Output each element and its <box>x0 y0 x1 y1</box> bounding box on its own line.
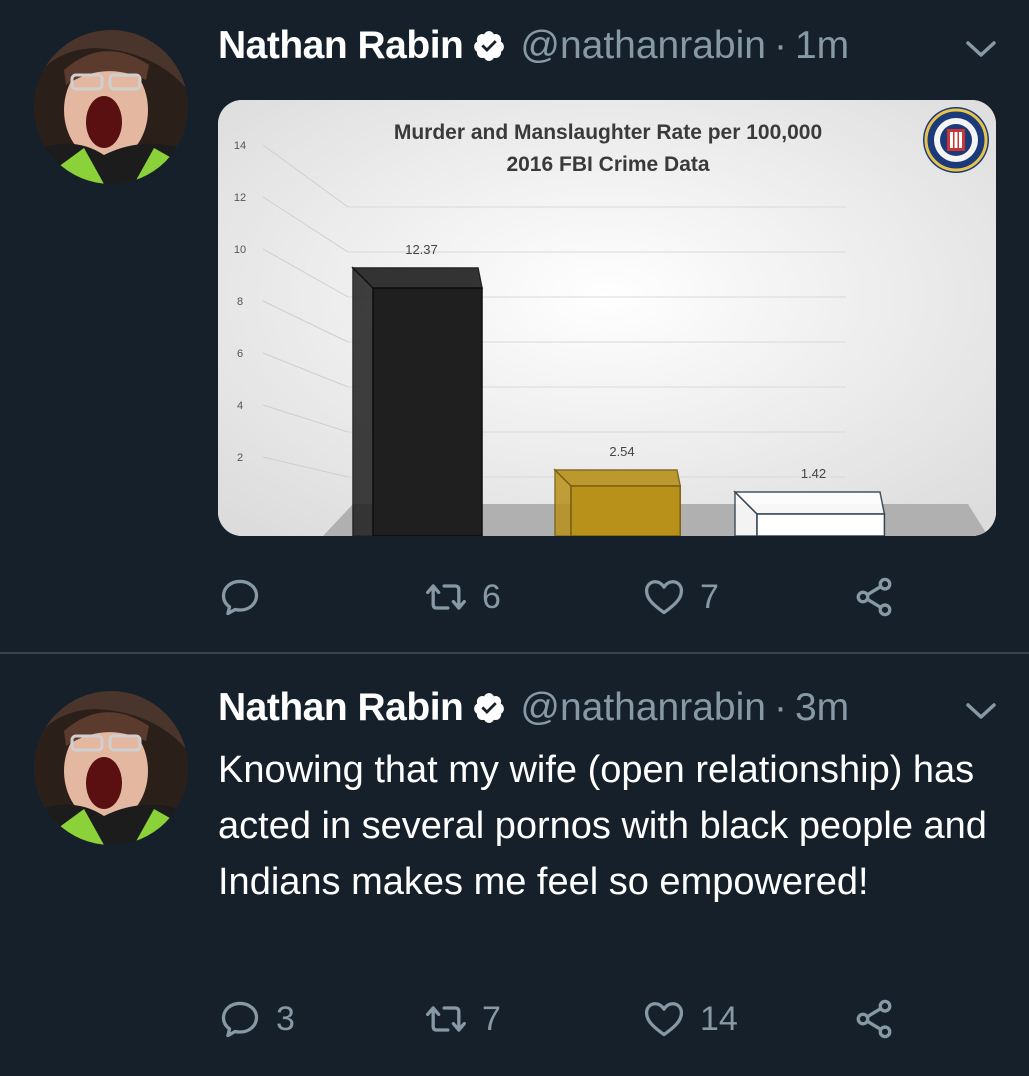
like-button[interactable]: 7 <box>642 572 719 622</box>
tweet-text: Knowing that my wife (open relationship)… <box>218 749 987 903</box>
reply-button[interactable] <box>218 572 262 622</box>
verified-badge-icon <box>472 29 506 63</box>
display-name[interactable]: Nathan Rabin <box>218 686 464 730</box>
bar <box>733 490 886 536</box>
separator: · <box>773 24 787 67</box>
reply-icon <box>221 1001 259 1038</box>
like-count: 14 <box>700 999 738 1038</box>
retweet-count: 7 <box>482 999 501 1038</box>
bar <box>351 266 483 536</box>
y-tick-label: 8 <box>237 296 243 308</box>
y-tick-label: 10 <box>234 244 246 256</box>
y-tick-label: 4 <box>237 400 243 412</box>
retweet-icon <box>426 584 466 610</box>
y-tick-label: 14 <box>234 140 246 152</box>
avatar[interactable] <box>34 691 188 845</box>
share-icon <box>856 577 892 617</box>
tweet-actions: 3 7 14 <box>218 994 918 1044</box>
retweet-count: 6 <box>482 577 501 616</box>
retweet-button[interactable]: 6 <box>424 572 501 622</box>
reply-icon <box>221 579 259 616</box>
retweet-icon <box>426 1006 466 1032</box>
tweet-header: Nathan Rabin @nathanrabin · 3m <box>218 686 849 730</box>
like-count: 7 <box>700 577 719 616</box>
chart-title: Murder and Manslaughter Rate per 100,000 <box>394 121 822 144</box>
reply-count: 3 <box>276 999 295 1038</box>
y-tick-label: 12 <box>234 192 246 204</box>
chart-subtitle: 2016 FBI Crime Data <box>506 153 709 176</box>
handle[interactable]: @nathanrabin <box>520 686 766 730</box>
heart-icon <box>644 580 684 615</box>
share-button[interactable] <box>852 994 896 1044</box>
heart-icon <box>644 1002 684 1037</box>
share-button[interactable] <box>852 572 896 622</box>
chevron-down-icon[interactable] <box>964 700 998 722</box>
tweet-actions: 6 7 <box>218 572 918 622</box>
tweet-1[interactable]: Nathan Rabin @nathanrabin · 1m Murder an… <box>0 0 1029 652</box>
bar-chart: Murder and Manslaughter Rate per 100,000… <box>218 100 996 536</box>
reply-button[interactable]: 3 <box>218 994 295 1044</box>
handle[interactable]: @nathanrabin <box>520 24 766 68</box>
chevron-down-icon[interactable] <box>964 38 998 60</box>
y-tick-label: 6 <box>237 348 243 360</box>
bar-value-label: 1.42 <box>801 466 826 481</box>
fbi-seal-icon <box>923 107 989 173</box>
like-button[interactable]: 14 <box>642 994 738 1044</box>
display-name[interactable]: Nathan Rabin <box>218 24 464 68</box>
bar-value-label: 2.54 <box>609 444 634 459</box>
tweet-header: Nathan Rabin @nathanrabin · 1m <box>218 24 849 68</box>
verified-badge-icon <box>472 691 506 725</box>
separator: · <box>773 686 787 729</box>
bar-value-label: 12.37 <box>405 242 438 257</box>
chart-image[interactable]: Murder and Manslaughter Rate per 100,000… <box>218 100 996 536</box>
timestamp[interactable]: 3m <box>795 686 849 730</box>
timestamp[interactable]: 1m <box>795 24 849 68</box>
bar <box>553 468 682 536</box>
retweet-button[interactable]: 7 <box>424 994 501 1044</box>
share-icon <box>856 999 892 1039</box>
avatar[interactable] <box>34 30 188 184</box>
tweet-2[interactable]: Nathan Rabin @nathanrabin · 3m Knowing t… <box>0 654 1029 1076</box>
y-tick-label: 2 <box>237 452 243 464</box>
